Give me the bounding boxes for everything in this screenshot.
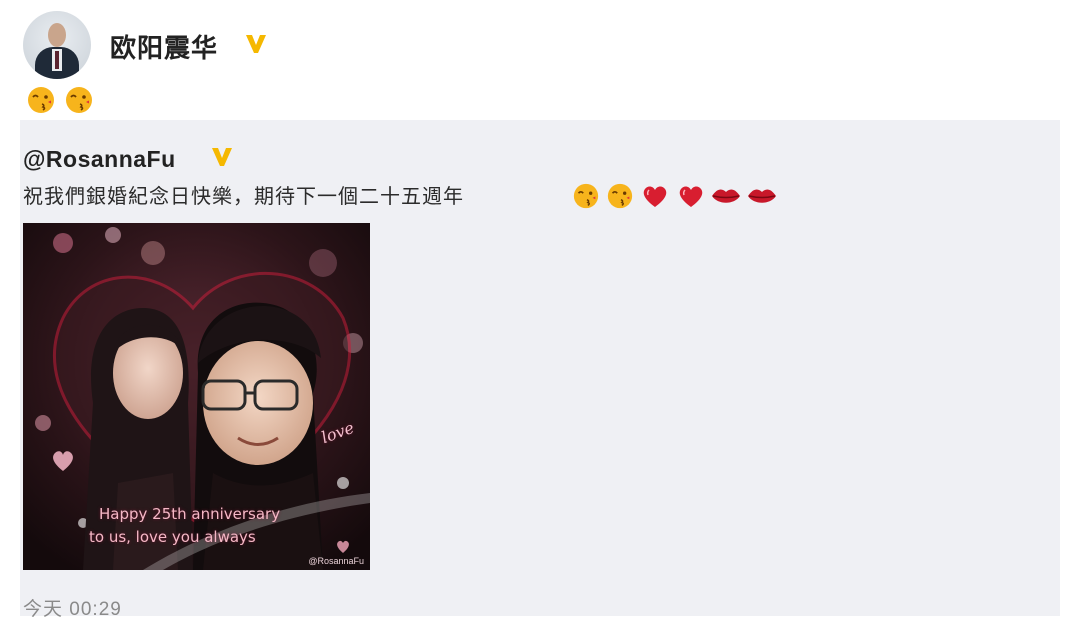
wink-kiss-emoji-icon <box>28 87 54 113</box>
lips-icon <box>712 189 740 203</box>
author-name[interactable]: 欧阳震华 <box>110 28 218 65</box>
wink-kiss-emoji-icon <box>607 183 633 209</box>
heart-icon <box>643 186 667 207</box>
image-caption-line1: Happy 25th anniversary <box>99 505 281 523</box>
verified-badge-icon <box>246 35 266 53</box>
lips-icon <box>748 189 776 203</box>
wink-kiss-emoji-icon <box>66 87 92 113</box>
post-timestamp[interactable]: 今天 00:29 <box>23 594 122 621</box>
avatar-tie <box>55 51 59 69</box>
avatar-head <box>48 23 66 47</box>
repost-author-name[interactable]: @RosannaFu <box>23 146 176 173</box>
image-caption-line2: to us, love you always <box>89 528 256 546</box>
wink-kiss-emoji-icon <box>573 183 599 209</box>
heart-icon <box>679 186 703 207</box>
repost-image[interactable]: Happy 25th anniversary to us, love you a… <box>23 223 370 570</box>
author-avatar[interactable] <box>23 11 91 79</box>
image-watermark: @RosannaFu <box>308 556 364 566</box>
repost-text: 祝我們銀婚紀念日快樂，期待下一個二十五週年 <box>23 186 464 208</box>
verified-badge-icon <box>212 148 232 166</box>
